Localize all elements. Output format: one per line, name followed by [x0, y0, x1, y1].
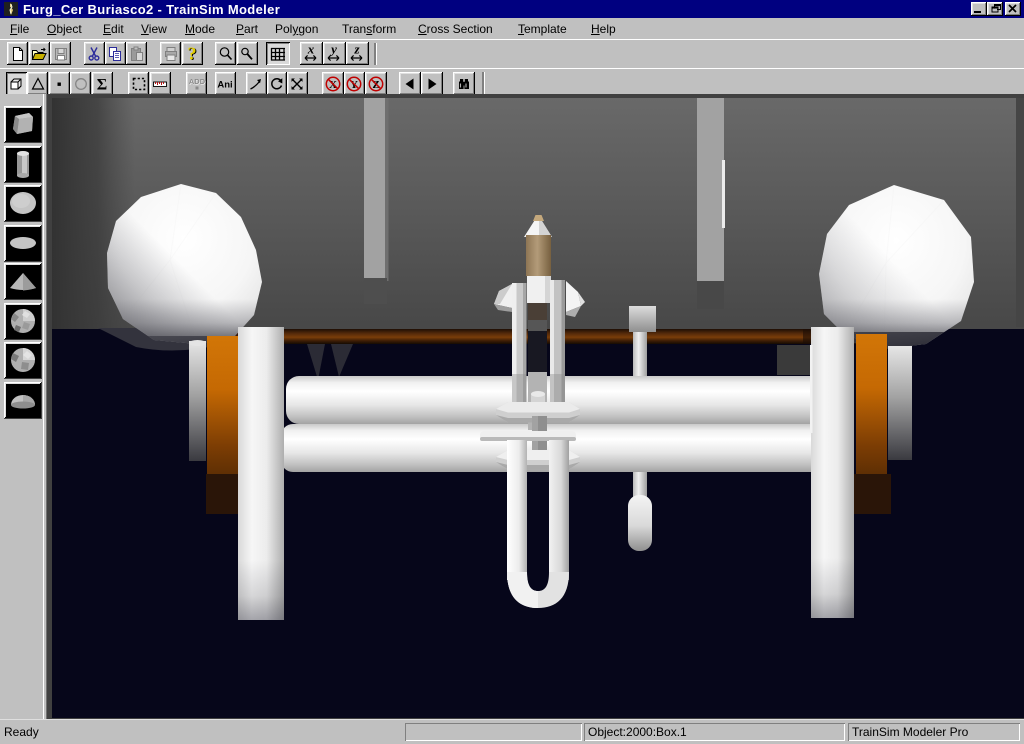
- svg-text:ADD: ADD: [188, 77, 205, 86]
- svg-text:z: z: [353, 45, 360, 56]
- svg-text:Ani: Ani: [217, 79, 232, 90]
- svg-text:y: y: [329, 45, 337, 56]
- svg-text:?: ?: [188, 46, 197, 62]
- svg-text:x: x: [307, 45, 315, 56]
- svg-text:Σ: Σ: [97, 76, 107, 92]
